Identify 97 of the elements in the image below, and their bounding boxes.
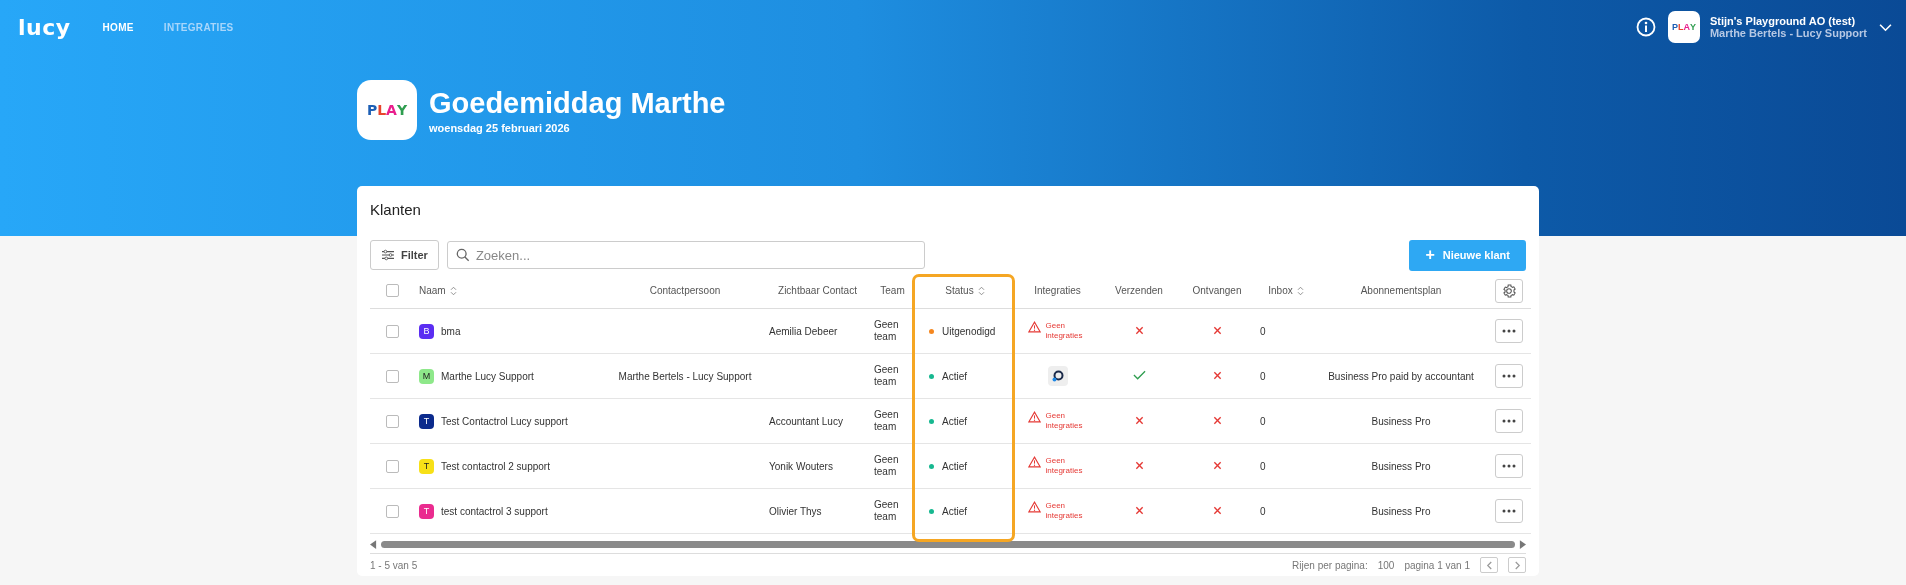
table-cell: 0 (1260, 370, 1266, 382)
more-icon (1501, 419, 1516, 423)
column-header[interactable]: Verzenden (1115, 285, 1163, 296)
column-settings-button[interactable] (1494, 278, 1523, 303)
next-page-button[interactable] (1508, 557, 1526, 573)
row-checkbox[interactable] (386, 504, 399, 518)
table-cell-text: Geen team (874, 319, 900, 343)
integration-warning: Geen integraties (1045, 411, 1084, 431)
chevron-down-icon[interactable] (1879, 22, 1892, 32)
integration-warning: Geen integraties (1045, 456, 1084, 476)
client-name[interactable]: Test Contactrol Lucy support (441, 415, 568, 427)
column-header[interactable]: Ontvangen (1192, 285, 1242, 296)
search-field[interactable]: Zoeken... (446, 241, 925, 269)
table-cell: 0 (1260, 505, 1266, 517)
info-icon[interactable] (1635, 17, 1656, 37)
status-label: Actief (942, 416, 967, 427)
status-label: Actief (942, 506, 967, 517)
table-cell-text: Geen team (874, 409, 900, 433)
status-label: Actief (942, 461, 967, 472)
client-avatar: T (419, 503, 434, 519)
more-button[interactable] (1494, 319, 1523, 343)
filter-button[interactable]: Filter (370, 240, 439, 270)
table-cell: Business Pro (1371, 415, 1431, 427)
select-all-checkbox[interactable] (386, 284, 399, 297)
more-button[interactable] (1494, 499, 1523, 523)
greeting-title: Goedemiddag Marthe (429, 86, 726, 120)
row-checkbox[interactable] (386, 414, 399, 428)
client-avatar: M (419, 368, 434, 384)
warning-icon (1027, 321, 1041, 333)
status-label: Uitgenodigd (942, 326, 996, 337)
column-header[interactable]: Team (880, 285, 905, 296)
search-icon (455, 248, 470, 262)
column-header[interactable]: Contactpersoon (649, 285, 721, 296)
column-header[interactable]: Abonnementsplan (1360, 285, 1442, 296)
more-icon (1501, 329, 1516, 333)
account-avatar[interactable]: PLAY (1667, 11, 1700, 43)
sort-icon[interactable] (977, 285, 985, 296)
client-name[interactable]: test contactrol 3 support (441, 505, 548, 517)
row-checkbox[interactable] (386, 369, 399, 383)
integration-warning: Geen integraties (1045, 501, 1084, 521)
column-header[interactable]: Inbox (1268, 285, 1293, 296)
rows-per-page-select[interactable]: 100 (1377, 559, 1395, 571)
scroll-left-icon[interactable] (370, 539, 377, 549)
more-icon (1501, 509, 1516, 513)
result-count: 1 - 5 van 5 (370, 559, 418, 571)
table-cell: Business Pro (1371, 505, 1431, 517)
account-name: Stijn's Playground AO (test) (1709, 15, 1857, 27)
integration-app-icon[interactable] (1047, 366, 1068, 386)
table-cell: Business Pro paid by accountant (1328, 370, 1474, 382)
table-cell: Business Pro (1371, 460, 1431, 472)
rows-per-page-label: Rijen per pagina: (1292, 559, 1368, 571)
more-button[interactable] (1494, 454, 1523, 478)
greeting-date: woensdag 25 februari 2026 (429, 122, 571, 134)
table-cell-text: Geen team (874, 364, 900, 388)
warning-icon (1027, 501, 1041, 513)
more-button[interactable] (1494, 409, 1523, 433)
table-cell: Accountant Lucy (769, 415, 843, 427)
table-cell: Yonik Wouters (769, 460, 833, 472)
more-button[interactable] (1494, 364, 1523, 388)
table-cell: Marthe Bertels - Lucy Support (618, 370, 752, 382)
client-avatar: T (419, 458, 434, 474)
client-name[interactable]: Test contactrol 2 support (441, 460, 550, 472)
scroll-right-icon[interactable] (1519, 539, 1526, 549)
column-header[interactable]: Status (945, 285, 974, 296)
column-header[interactable]: Integraties (1034, 285, 1081, 296)
column-header[interactable]: Naam (419, 285, 446, 296)
warning-icon (1027, 456, 1041, 468)
client-avatar: T (419, 413, 434, 429)
sort-icon[interactable] (1296, 285, 1304, 296)
more-icon (1501, 374, 1516, 378)
table-cell: Olivier Thys (769, 505, 822, 517)
settings-icon (1500, 282, 1517, 299)
table-cell: Aemilia Debeer (769, 325, 838, 337)
warning-icon (1027, 411, 1041, 423)
account-user: Marthe Bertels - Lucy Support (1709, 27, 1867, 39)
table-cell-text: Geen team (874, 499, 900, 523)
row-checkbox[interactable] (386, 324, 399, 338)
filter-icon (381, 249, 395, 261)
table-cell: 0 (1260, 325, 1266, 337)
page-indicator: pagina 1 van 1 (1404, 559, 1470, 571)
client-avatar: B (419, 323, 434, 339)
chevron-left-icon (1485, 560, 1493, 570)
status-label: Actief (942, 371, 967, 382)
client-name[interactable]: bma (441, 325, 461, 337)
client-name[interactable]: Marthe Lucy Support (441, 370, 534, 382)
table-cell-text: Geen team (874, 454, 900, 478)
integration-warning: Geen integraties (1045, 321, 1084, 341)
row-checkbox[interactable] (386, 459, 399, 473)
organisation-logo: PLAY (357, 80, 417, 140)
sort-icon[interactable] (449, 285, 457, 296)
card-title: Klanten (370, 200, 422, 220)
more-icon (1501, 464, 1516, 468)
column-header[interactable]: Zichtbaar Contact (778, 285, 857, 296)
table-cell: 0 (1260, 460, 1266, 472)
chevron-right-icon (1513, 560, 1521, 570)
table-cell: 0 (1260, 415, 1266, 427)
previous-page-button[interactable] (1480, 557, 1498, 573)
